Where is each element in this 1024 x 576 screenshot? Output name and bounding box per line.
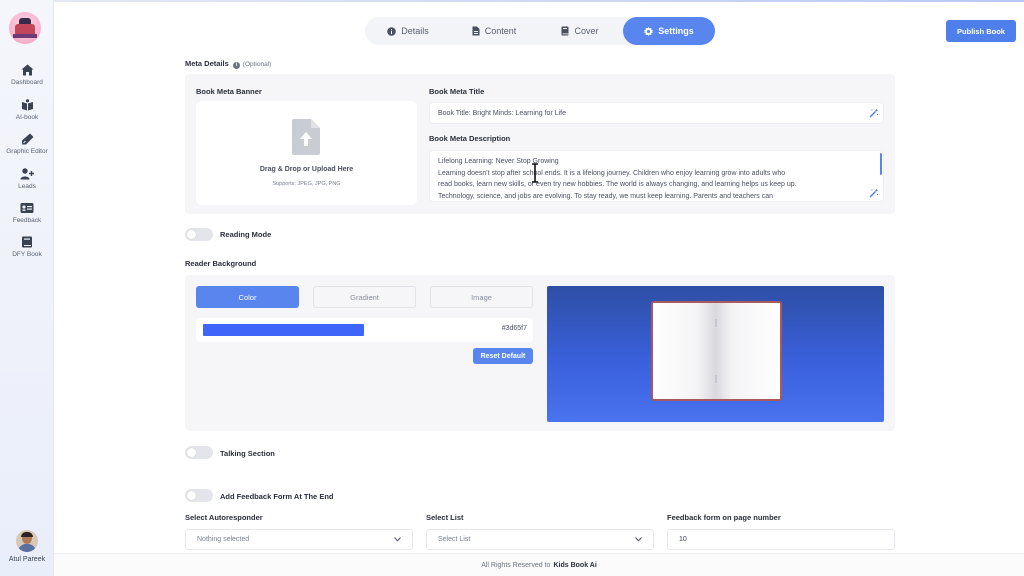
sidebar-item-label: Leads — [18, 183, 36, 190]
footer-brand: Kids Book Ai — [553, 561, 597, 569]
feedback-form-toggle[interactable] — [185, 489, 213, 502]
pen-icon — [21, 133, 33, 145]
tab-bar: Details Content Cover Settings — [365, 17, 715, 45]
sidebar-item-label: Graphic Editor — [6, 148, 48, 155]
feedback-page-label: Feedback form on page number — [667, 513, 781, 522]
banner-upload-dropzone[interactable]: Drag & Drop or Upload Here Supports: JPE… — [196, 101, 417, 205]
footer: All Rights Reserved to Kids Book Ai — [54, 553, 1024, 576]
book-icon — [561, 26, 569, 36]
spine-ring — [715, 319, 717, 327]
tab-gradient[interactable]: Gradient — [313, 286, 416, 308]
talking-section-toggle[interactable] — [185, 446, 213, 459]
sidebar-item-graphic-editor[interactable]: Graphic Editor — [0, 133, 54, 155]
tab-label: Cover — [574, 26, 599, 36]
sidebar-item-ai-book[interactable]: AI-book — [0, 99, 54, 121]
document-icon — [472, 26, 480, 36]
add-user-icon — [20, 168, 34, 180]
magic-wand-icon[interactable] — [869, 188, 879, 198]
file-upload-icon — [292, 119, 320, 155]
autoresponder-select[interactable]: Nothing selected — [185, 529, 413, 550]
color-swatch[interactable] — [203, 324, 364, 336]
meta-description-line: Technology, science, and jobs are evolvi… — [438, 192, 774, 200]
meta-details-title: Meta Details i (Optional) — [185, 59, 271, 69]
sidebar-item-label: Feedback — [12, 217, 42, 224]
optional-note: (Optional) — [242, 61, 272, 68]
gear-icon — [644, 26, 654, 36]
tab-image[interactable]: Image — [430, 286, 533, 308]
meta-description-textarea[interactable]: Lifelong Learning: Never Stop Growing Le… — [429, 150, 884, 202]
chevron-down-icon — [394, 537, 401, 542]
sidebar-item-label: AI-book — [15, 114, 39, 121]
meta-description-line: Learning doesn't stop after school ends.… — [438, 169, 786, 177]
tab-label: Content — [484, 26, 517, 36]
top-accent-line — [54, 0, 1024, 2]
tab-color[interactable]: Color — [196, 286, 299, 308]
meta-title-label: Book Meta Title — [429, 87, 485, 96]
meta-title-value: Book Title: Bright Minds: Learning for L… — [438, 109, 567, 117]
sidebar: Dashboard AI-book Graphic Editor Leads F… — [0, 0, 54, 576]
app-logo[interactable] — [9, 12, 41, 44]
feedback-page-number-input[interactable]: 10 — [667, 529, 895, 550]
info-icon — [387, 26, 397, 36]
meta-details-heading: Meta Details — [185, 59, 229, 68]
feedback-page-number-value: 10 — [679, 536, 687, 543]
sidebar-item-feedback[interactable]: Feedback — [0, 202, 54, 224]
upload-title: Drag & Drop or Upload Here — [259, 166, 354, 173]
textarea-scrollbar[interactable] — [880, 153, 882, 175]
sidebar-item-leads[interactable]: Leads — [0, 168, 54, 190]
reading-mode-toggle[interactable] — [185, 228, 213, 241]
tab-label: Settings — [658, 26, 694, 36]
talking-section-label: Talking Section — [220, 449, 275, 458]
reading-mode-label: Reading Mode — [220, 230, 272, 239]
home-icon — [21, 64, 33, 76]
autoresponder-value: Nothing selected — [197, 536, 250, 543]
user-name: Atul Pareek — [8, 556, 46, 563]
meta-banner-label: Book Meta Banner — [196, 87, 262, 96]
sidebar-item-label: Dashboard — [11, 79, 43, 86]
ai-book-icon — [21, 99, 33, 111]
tab-settings[interactable]: Settings — [623, 17, 715, 45]
publish-book-button[interactable]: Publish Book — [946, 20, 1016, 42]
meta-description-line: read books, learn new skills, or even tr… — [438, 181, 797, 188]
chevron-down-icon — [635, 537, 642, 542]
footer-text: All Rights Reserved to — [481, 561, 551, 569]
book-icon — [22, 236, 32, 248]
magic-wand-icon[interactable] — [869, 108, 879, 118]
reset-default-button[interactable]: Reset Default — [473, 348, 533, 364]
book-right-page — [716, 303, 780, 399]
color-picker-row[interactable]: #3d65f7 — [196, 318, 533, 342]
user-profile[interactable]: Atul Pareek — [0, 530, 54, 563]
meta-description-label: Book Meta Description — [429, 134, 511, 143]
tab-content[interactable]: Content — [451, 17, 537, 45]
avatar — [16, 530, 38, 552]
sidebar-item-label: DFY Book — [12, 251, 42, 258]
reader-background-preview — [547, 286, 884, 422]
tab-cover[interactable]: Cover — [537, 17, 623, 45]
color-hex-value: #3d65f7 — [501, 325, 527, 332]
feedback-form-label: Add Feedback Form At The End — [220, 492, 334, 501]
book-preview — [651, 301, 782, 401]
tab-details[interactable]: Details — [365, 17, 451, 45]
reader-background-title: Reader Background — [185, 259, 257, 268]
upload-supported-formats: Supports: JPEG, JPG, PNG — [272, 181, 341, 187]
sidebar-item-dashboard[interactable]: Dashboard — [0, 64, 54, 86]
autoresponder-label: Select Autoresponder — [185, 513, 263, 522]
info-icon[interactable]: i — [232, 62, 240, 69]
meta-title-input[interactable]: Book Title: Bright Minds: Learning for L… — [429, 102, 884, 124]
list-select-value: Select List — [438, 536, 471, 543]
spine-ring — [715, 375, 717, 383]
list-select[interactable]: Select List — [426, 529, 654, 550]
select-list-label: Select List — [426, 513, 464, 522]
text-cursor-icon — [532, 163, 538, 183]
meta-description-line: Lifelong Learning: Never Stop Growing — [438, 158, 559, 165]
book-left-page — [653, 303, 716, 399]
sidebar-item-dfy-book[interactable]: DFY Book — [0, 236, 54, 258]
tab-label: Details — [401, 26, 429, 36]
feedback-icon — [20, 203, 34, 213]
